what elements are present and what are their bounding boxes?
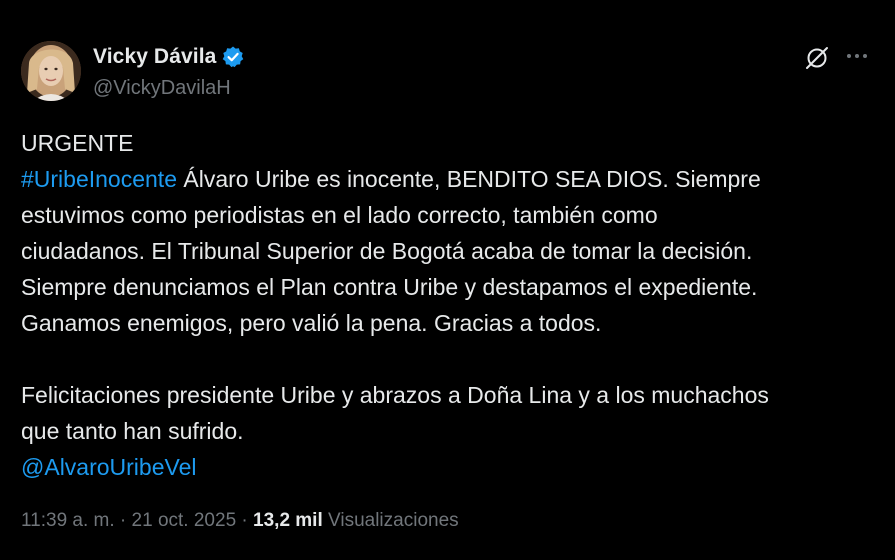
tweet-time[interactable]: 11:39 a. m. [21, 510, 115, 531]
tweet-line: @AlvaroUribeVel [21, 449, 881, 485]
tweet-line: estuvimos como periodistas en el lado co… [21, 202, 658, 228]
author-display-name[interactable]: Vicky Dávila [93, 45, 216, 69]
tweet-line: URGENTE [21, 130, 134, 156]
tweet-meta: 11:39 a. m. · 21 oct. 2025 · 13,2 mil Vi… [21, 510, 459, 532]
mention-link[interactable]: @AlvaroUribeVel [21, 454, 196, 480]
verified-badge-icon[interactable] [221, 45, 245, 69]
views-label[interactable]: Visualizaciones [328, 510, 459, 531]
tweet-line: Ganamos enemigos, pero valió la pena. Gr… [21, 310, 602, 336]
tweet-date[interactable]: 21 oct. 2025 [132, 510, 237, 531]
tweet-line: ciudadanos. El Tribunal Superior de Bogo… [21, 238, 753, 264]
tweet-text: URGENTE #UribeInocente Álvaro Uribe es i… [21, 125, 881, 485]
meta-separator: · [114, 510, 132, 531]
tweet-line-text: Álvaro Uribe es inocente, BENDITO SEA DI… [177, 166, 761, 192]
tweet-line: Felicitaciones presidente Uribe y abrazo… [21, 382, 769, 408]
more-horizontal-icon[interactable] [843, 45, 871, 71]
hashtag-link[interactable]: #UribeInocente [21, 166, 177, 192]
author-handle[interactable]: @VickyDavilaH [93, 77, 231, 100]
tweet-line: Siempre denunciamos el Plan contra Uribe… [21, 274, 758, 300]
author-name-row: Vicky Dávila [93, 44, 245, 70]
tweet-card: Vicky Dávila @VickyDavilaH URGENTE #Urib… [0, 0, 895, 560]
meta-separator: · [236, 510, 254, 531]
grok-slash-circle-icon[interactable] [804, 45, 830, 71]
views-count[interactable]: 13,2 mil [253, 510, 323, 531]
avatar[interactable] [21, 41, 81, 101]
tweet-line: #UribeInocente Álvaro Uribe es inocente,… [21, 161, 881, 197]
avatar-image [21, 41, 81, 101]
tweet-line: que tanto han sufrido. [21, 418, 244, 444]
